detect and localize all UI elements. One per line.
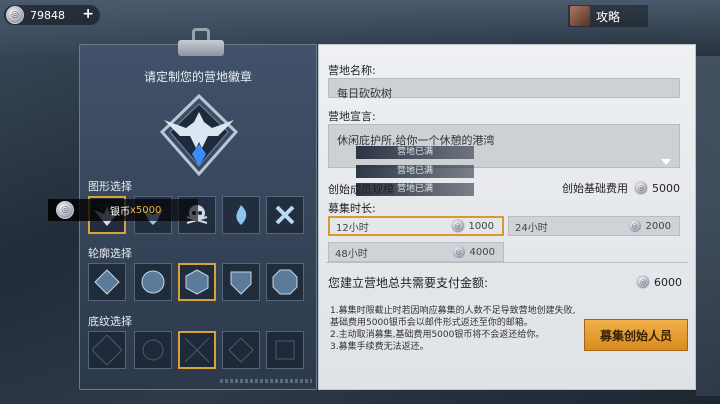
flame-icon: [236, 205, 247, 225]
camp-name-input[interactable]: 每日砍砍树: [328, 78, 680, 100]
outline-option-diamond[interactable]: [88, 263, 126, 301]
duration-option-24h[interactable]: 24小时 ◎ 2000: [508, 216, 680, 236]
silver-coin-icon: ◎: [6, 6, 24, 24]
duration-option-12h[interactable]: 12小时 ◎ 1000: [328, 216, 504, 236]
pattern-option-3[interactable]: [178, 331, 216, 369]
tooltip-price: x5000: [130, 204, 162, 216]
badge-panel-title: 请定制您的营地徽章: [143, 70, 252, 84]
camp-slogan-label: 营地宣言:: [328, 110, 376, 123]
outline-option-hexagon[interactable]: [178, 263, 216, 301]
total-cost-row: ◎ 6000: [636, 275, 682, 289]
diamond-outline-icon: [94, 269, 120, 295]
tooltip-currency-label: 银币: [110, 206, 130, 218]
pattern-option-1[interactable]: [88, 331, 126, 369]
recruit-founders-button[interactable]: 募集创始人员: [584, 319, 688, 351]
camp-name-value: 每日砍砍树: [337, 87, 392, 100]
background-decoration: [696, 56, 720, 396]
dropdown-arrow-icon: [661, 159, 671, 165]
shape-option-cross[interactable]: [266, 196, 304, 234]
top-bar: ◎ 79848 + 攻略: [0, 0, 720, 32]
base-fee-label: 创始基础费用: [562, 182, 628, 195]
shield-outline-icon: [230, 271, 252, 295]
total-cost-label: 您建立营地总共需要支付金额:: [328, 276, 489, 290]
price-tooltip: ◎ 银币 x5000: [48, 199, 198, 221]
silver-coin-icon: ◎: [627, 219, 642, 233]
duration-cost: 2000: [645, 220, 671, 232]
pattern-option-4[interactable]: [222, 331, 260, 369]
shape-select-label: 图形选择: [88, 180, 132, 193]
outline-option-circle[interactable]: [134, 263, 172, 301]
duration-label: 募集时长:: [328, 202, 376, 215]
pattern-icon: [142, 339, 164, 361]
silver-coin-icon: ◎: [56, 201, 74, 219]
note-line: 1.募集时限截止时若因响应募集的人数不足导致营地创建失败,基础费用5000银币会…: [330, 306, 576, 328]
duration-name: 48小时: [335, 248, 368, 260]
pattern-icon: [184, 337, 210, 363]
base-fee-value: 5000: [652, 181, 680, 195]
outline-option-octagon[interactable]: [266, 263, 304, 301]
pattern-icon: [92, 335, 122, 365]
pattern-icon: [228, 337, 254, 363]
duration-cost: 1000: [468, 220, 494, 232]
pattern-option-5[interactable]: [266, 331, 304, 369]
camp-name-label: 营地名称:: [328, 64, 376, 77]
base-fee-row: 创始基础费用 ◎ 5000: [562, 180, 680, 196]
outline-select-label: 轮廓选择: [88, 247, 132, 260]
pattern-select-label: 底纹选择: [88, 315, 132, 328]
circle-outline-icon: [141, 270, 165, 294]
strategy-button[interactable]: 攻略: [568, 5, 648, 27]
silver-coin-icon: ◎: [450, 219, 465, 233]
octagon-outline-icon: [272, 269, 298, 295]
pattern-option-2[interactable]: [134, 331, 172, 369]
cross-blades-icon: [275, 205, 295, 225]
shape-option-flame[interactable]: [222, 196, 260, 234]
strategy-label: 攻略: [596, 9, 621, 24]
silver-currency: ◎ 79848 +: [4, 5, 100, 25]
duration-cost: 4000: [469, 246, 495, 258]
outline-option-shield[interactable]: [222, 263, 260, 301]
silver-coin-icon: ◎: [636, 275, 650, 289]
note-line: 2.主动取消募集,基础费用5000银币将不会返还给你。: [330, 330, 545, 340]
recruit-notes: 1.募集时限截止时若因响应募集的人数不足导致营地创建失败,基础费用5000银币会…: [330, 305, 580, 353]
avatar: [570, 6, 590, 26]
camp-full-chip: 营地已满: [356, 146, 474, 159]
pattern-icon: [275, 340, 295, 360]
add-silver-button[interactable]: +: [82, 6, 94, 22]
clipboard-clip-icon: [178, 28, 224, 58]
camp-badge-preview: [159, 93, 239, 177]
hexagon-outline-icon: [185, 269, 209, 295]
duration-name: 12小时: [336, 222, 369, 234]
silver-coin-icon: ◎: [634, 181, 648, 195]
silver-coin-icon: ◎: [451, 245, 466, 259]
duration-option-48h[interactable]: 48小时 ◎ 4000: [328, 242, 504, 262]
member-size-label: 创始成员规模: [328, 183, 394, 196]
divider: [326, 262, 688, 263]
scroll-indicator: [220, 379, 312, 383]
duration-name: 24小时: [515, 222, 548, 234]
note-line: 3.募集手续费无法返还。: [330, 342, 429, 352]
total-cost-value: 6000: [654, 275, 682, 289]
silver-amount: 79848: [30, 8, 65, 22]
camp-full-chip: 营地已满: [356, 165, 474, 178]
